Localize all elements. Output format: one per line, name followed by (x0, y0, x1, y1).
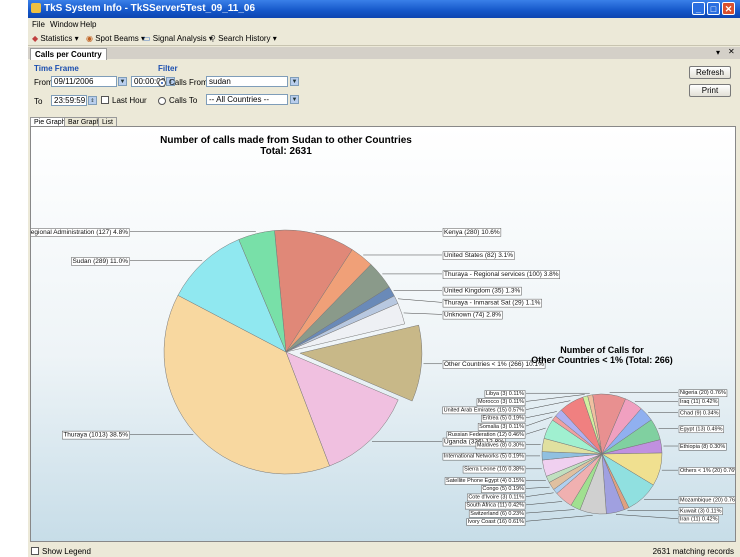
beam-icon: ◉ (86, 34, 93, 43)
dropdown-icon[interactable]: ▾ (716, 48, 720, 57)
close-tab-icon[interactable]: ✕ (728, 47, 735, 56)
toolbar-search-history[interactable]: ⚲ Search History ▾ (210, 34, 277, 43)
from-label: From (34, 78, 53, 87)
chart-0-leader-line (397, 298, 443, 303)
from-date-field[interactable]: 09/11/2006 (51, 76, 117, 87)
toolbar-signal-analysis[interactable]: ▭ Signal Analysis ▾ (143, 34, 213, 43)
chart-1-leader-line (525, 501, 563, 506)
chart-1-slice-label: Ivory Coast (16) 0.61% (468, 519, 524, 525)
chart-1-slice-label: Chad (9) 0.34% (680, 410, 719, 416)
chart-1-leader-line (525, 509, 575, 514)
chevron-down-icon[interactable]: ▼ (118, 77, 127, 86)
statistics-icon: ◆ (32, 34, 39, 43)
chart-0-slice-label: Other Countries < 1% (266) 10.1% (444, 361, 544, 368)
tab-calls-per-country[interactable]: Calls per Country (30, 48, 107, 60)
chart-0-subtitle: Total: 2631 (260, 146, 312, 157)
pie-charts-svg: Number of calls made from Sudan to other… (0, 135, 740, 526)
menu-help[interactable]: Help (80, 20, 96, 29)
chart-1-leader-line (525, 492, 554, 497)
chart-1-slice-label: United Arab Emirates (15) 0.57% (444, 407, 525, 413)
chart-0-slice-label: Sudan (289) 11.0% (72, 258, 128, 265)
chevron-down-icon[interactable]: ▼ (290, 95, 299, 104)
chart-1-slice-label: Ethiopia (8) 0.30% (680, 444, 725, 450)
print-button[interactable]: Print (689, 84, 731, 97)
chart-1-slice-label: Congo (5) 0.19% (482, 486, 524, 492)
search-icon: ⚲ (210, 34, 216, 43)
chart-1-slice-label: Maldives (8) 0.30% (477, 442, 524, 448)
records-count: 2631 matching records (652, 547, 734, 556)
chart-1-slice-label: Cote d'Ivoire (3) 0.11% (468, 494, 524, 500)
chart-1-slice-label: Iran (11) 0.42% (680, 516, 718, 522)
document-tabs: Calls per Country ▾ ✕ (28, 47, 740, 60)
chart-1-slice-label: Sierra Leone (10) 0.38% (464, 467, 524, 473)
chart-0-slice-label: Thuraya (1013) 38.5% (63, 432, 128, 439)
calls-to-radio[interactable] (158, 97, 166, 105)
maximize-button[interactable]: □ (707, 2, 720, 15)
window-title: TkS System Info - TkSServer5Test_09_11_0… (44, 3, 256, 14)
chart-1-slice-label: International Networks (5) 0.19% (444, 454, 524, 460)
chart-panel: Number of calls made from Sudan to other… (0, 126, 740, 542)
menu-window[interactable]: Window (50, 20, 78, 29)
chart-1-slice-label: Iraq (11) 0.42% (680, 399, 718, 405)
menu-bar: File Window Help (28, 19, 740, 31)
toolbar-statistics[interactable]: ◆ Statistics ▾ (32, 34, 79, 43)
chevron-down-icon[interactable]: ▼ (290, 77, 299, 86)
chart-0-slice-label: Thuraya - Inmarsat Sat (29) 1.1% (444, 300, 541, 307)
calls-from-select[interactable]: sudan (206, 76, 288, 87)
chart-1-slice-label: Eritrea (5) 0.19% (482, 416, 524, 422)
chart-0-slice-label: United Kingdom (35) 1.3% (444, 288, 520, 295)
toolbar: ◆ Statistics ▾ ◉ Spot Beams ▾ ▭ Signal A… (28, 32, 740, 46)
chart-0-slice-label: Unknown (74) 2.8% (444, 312, 501, 319)
chart-1-slice-label: Egypt (13) 0.49% (680, 426, 723, 432)
chart-0-leader-line (403, 312, 443, 315)
chart-0-title: Number of calls made from Sudan to other… (160, 135, 412, 146)
calls-to-label: Calls To (169, 96, 198, 105)
chart-1-leader-line (525, 416, 553, 427)
close-button[interactable]: ✕ (722, 2, 735, 15)
toolbar-spot-beams[interactable]: ◉ Spot Beams ▾ (86, 34, 145, 43)
chart-1-slice-label: Mozambique (20) 0.76% (680, 497, 735, 503)
chart-1-slice-label: Morocco (3) 0.11% (478, 399, 524, 405)
chart-0-slice-label: Thuraya - Regional services (100) 3.8% (444, 271, 559, 278)
chart-1-slice-label: Satellite Phone Egypt (4) 0.15% (446, 478, 524, 484)
calls-to-select[interactable]: -- All Countries -- (206, 94, 288, 105)
chart-1-title: Number of Calls for (560, 345, 644, 355)
menu-file[interactable]: File (32, 20, 45, 29)
calls-from-label: Calls From (169, 78, 208, 87)
chart-1-leader-line (615, 514, 679, 519)
to-label: To (34, 97, 43, 106)
chart-1-subtitle: Other Countries < 1% (Total: 266) (531, 355, 673, 365)
time-frame-title: Time Frame (34, 64, 79, 73)
minimize-button[interactable]: _ (692, 2, 705, 15)
chart-1-leader-line (525, 486, 550, 489)
filter-title: Filter (158, 64, 178, 73)
spinner-icon[interactable]: ⇕ (88, 96, 97, 105)
chart-1-slice-label: Switzerland (6) 0.23% (470, 511, 524, 517)
status-bar: Show Legend 2631 matching records (28, 544, 740, 557)
chart-1-leader-line (525, 515, 593, 522)
chart-1-slice-label: South Africa (11) 0.42% (466, 503, 524, 509)
calls-from-radio[interactable] (158, 79, 166, 87)
show-legend-label: Show Legend (42, 547, 91, 556)
chart-1-slice-label: Libya (3) 0.11% (486, 391, 524, 397)
to-time-field[interactable]: 23:59:59 (51, 95, 87, 106)
chart-1-leader-line (525, 427, 546, 435)
chart-1-slice-label: Kuwait (3) 0.11% (680, 508, 722, 514)
show-legend-checkbox[interactable] (31, 547, 39, 555)
refresh-button[interactable]: Refresh (689, 66, 731, 79)
app-icon (31, 3, 41, 13)
chart-1-slice-label: Nigeria (20) 0.76% (680, 390, 726, 396)
app-window: TkS System Info - TkSServer5Test_09_11_0… (0, 0, 740, 557)
title-bar: TkS System Info - TkSServer5Test_09_11_0… (28, 0, 740, 18)
chart-0-slice-label: Thuraya - Regional Administration (127) … (31, 229, 128, 236)
signal-icon: ▭ (143, 34, 151, 43)
chart-0-slice-label: Kenya (280) 10.6% (444, 229, 500, 236)
last-hour-label: Last Hour (112, 96, 147, 105)
chart-1-slice-label: Russian Federation (12) 0.46% (448, 432, 524, 438)
chart-0-slice-label: United States (82) 3.1% (444, 252, 513, 259)
last-hour-checkbox[interactable] (101, 96, 109, 104)
chart-1-slice-label: Others < 1% (20) 0.76% (680, 468, 735, 474)
chart-1-slice-label: Somalia (3) 0.11% (479, 424, 524, 430)
